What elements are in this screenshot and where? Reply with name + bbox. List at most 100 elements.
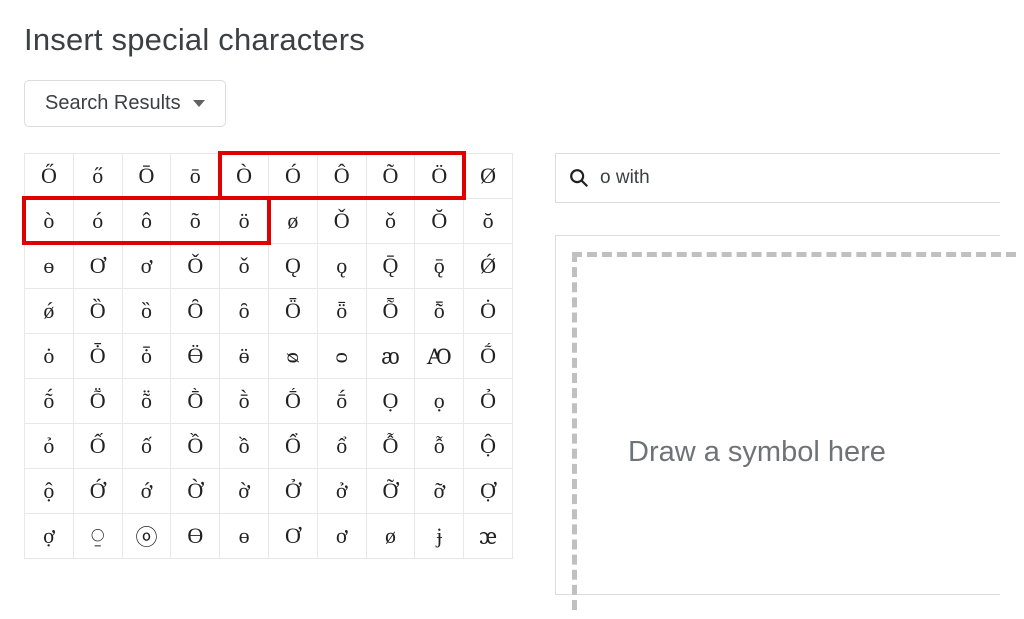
char-cell[interactable]: Ờ <box>171 469 220 514</box>
char-cell[interactable]: Ò <box>220 154 269 199</box>
char-cell[interactable]: ö <box>220 199 269 244</box>
char-cell[interactable]: Ṑ <box>171 379 220 424</box>
char-cell[interactable]: ȏ <box>220 289 269 334</box>
char-cell[interactable]: ớ <box>123 469 172 514</box>
char-cell[interactable]: ⍜ <box>74 514 123 559</box>
char-cell[interactable]: ᴓ <box>269 334 318 379</box>
category-dropdown[interactable]: Search Results <box>24 80 226 127</box>
char-cell[interactable]: Ṏ <box>74 379 123 424</box>
char-cell[interactable]: Ö <box>415 154 464 199</box>
chevron-down-icon <box>193 100 205 107</box>
char-cell[interactable]: ṍ <box>25 379 74 424</box>
char-cell[interactable]: ỏ <box>25 424 74 469</box>
char-cell[interactable]: Ổ <box>269 424 318 469</box>
char-cell[interactable]: ó <box>74 199 123 244</box>
char-cell[interactable]: Ó <box>269 154 318 199</box>
char-cell[interactable]: ổ <box>318 424 367 469</box>
char-cell[interactable]: ṑ <box>220 379 269 424</box>
char-cell[interactable]: ǫ <box>318 244 367 289</box>
char-cell[interactable]: Ŏ <box>415 199 464 244</box>
char-cell[interactable]: ố <box>123 424 172 469</box>
char-cell[interactable]: Ɵ <box>171 514 220 559</box>
category-dropdown-label: Search Results <box>45 92 181 115</box>
char-cell[interactable]: ǒ <box>367 199 416 244</box>
char-cell[interactable]: ở <box>318 469 367 514</box>
char-cell[interactable]: Ȍ <box>74 289 123 334</box>
char-cell[interactable]: ỡ <box>415 469 464 514</box>
char-cell[interactable]: ǭ <box>415 244 464 289</box>
char-cell[interactable]: ò <box>25 199 74 244</box>
char-cell[interactable]: ő <box>74 154 123 199</box>
char-cell[interactable]: Ớ <box>74 469 123 514</box>
char-cell[interactable]: Ǒ <box>318 199 367 244</box>
char-cell[interactable]: Ṍ <box>464 334 513 379</box>
char-cell[interactable]: Ở <box>269 469 318 514</box>
char-cell[interactable]: ỗ <box>415 424 464 469</box>
char-cell[interactable]: ơ <box>123 244 172 289</box>
char-cell[interactable]: ꜵ <box>367 334 416 379</box>
char-cell[interactable]: Ȫ <box>269 289 318 334</box>
char-cell[interactable]: ō <box>171 154 220 199</box>
char-cell[interactable]: ⓞ <box>123 514 172 559</box>
char-cell[interactable]: ợ <box>25 514 74 559</box>
char-cell[interactable]: ŏ <box>464 199 513 244</box>
char-cell[interactable]: Ố <box>74 424 123 469</box>
char-cell[interactable]: ờ <box>220 469 269 514</box>
character-grid: ŐőŌōÒÓÔÕÖØòóôõöøǑǒŎŏɵƠơǑǒǪǫǬǭǾǿȌȍȎȏȪȫȬȭȮ… <box>24 153 513 559</box>
char-cell[interactable]: ɵ <box>25 244 74 289</box>
char-cell[interactable]: ȍ <box>123 289 172 334</box>
char-cell[interactable]: ṏ <box>123 379 172 424</box>
char-cell[interactable]: ǒ <box>220 244 269 289</box>
char-cell[interactable]: Ộ <box>464 424 513 469</box>
search-icon <box>568 167 590 189</box>
char-cell[interactable]: Ỡ <box>367 469 416 514</box>
draw-panel[interactable]: Draw a symbol here <box>555 235 1000 595</box>
char-cell[interactable]: Ơ <box>269 514 318 559</box>
char-cell[interactable]: Ỗ <box>367 424 416 469</box>
char-cell[interactable]: ø <box>269 199 318 244</box>
char-cell[interactable]: ɉ <box>415 514 464 559</box>
char-cell[interactable]: Ō <box>123 154 172 199</box>
char-cell[interactable]: Ȏ <box>171 289 220 334</box>
char-cell[interactable]: ơ <box>318 514 367 559</box>
char-cell[interactable]: Ọ <box>367 379 416 424</box>
char-cell[interactable]: Ỏ <box>464 379 513 424</box>
char-cell[interactable]: Ơ <box>74 244 123 289</box>
char-cell[interactable]: Ǿ <box>464 244 513 289</box>
char-cell[interactable]: Ꜵ <box>415 334 464 379</box>
char-cell[interactable]: ộ <box>25 469 74 514</box>
char-cell[interactable]: ṓ <box>318 379 367 424</box>
char-cell[interactable]: ȭ <box>415 289 464 334</box>
search-field[interactable] <box>555 153 1000 203</box>
char-cell[interactable]: ꭢ <box>464 514 513 559</box>
char-cell[interactable]: ồ <box>220 424 269 469</box>
char-cell[interactable]: ȱ <box>123 334 172 379</box>
char-cell[interactable]: Ȭ <box>367 289 416 334</box>
char-cell[interactable]: Ǒ <box>171 244 220 289</box>
char-cell[interactable]: õ <box>171 199 220 244</box>
char-cell[interactable]: ọ <box>415 379 464 424</box>
char-cell[interactable]: ȯ <box>25 334 74 379</box>
search-input[interactable] <box>598 166 988 190</box>
char-cell[interactable]: ӫ <box>220 334 269 379</box>
char-cell[interactable]: Ǭ <box>367 244 416 289</box>
char-cell[interactable]: Ồ <box>171 424 220 469</box>
character-grid-container: ŐőŌōÒÓÔÕÖØòóôõöøǑǒŎŏɵƠơǑǒǪǫǬǭǾǿȌȍȎȏȪȫȬȭȮ… <box>24 153 513 559</box>
dialog-title: Insert special characters <box>24 22 1000 58</box>
char-cell[interactable]: Ô <box>318 154 367 199</box>
char-cell[interactable]: ô <box>123 199 172 244</box>
char-cell[interactable]: Ӫ <box>171 334 220 379</box>
char-cell[interactable]: Ő <box>25 154 74 199</box>
char-cell[interactable]: Ṓ <box>269 379 318 424</box>
char-cell[interactable]: ø <box>367 514 416 559</box>
char-cell[interactable]: Õ <box>367 154 416 199</box>
char-cell[interactable]: Ȯ <box>464 289 513 334</box>
char-cell[interactable]: Ȱ <box>74 334 123 379</box>
char-cell[interactable]: Ǫ <box>269 244 318 289</box>
char-cell[interactable]: ᴑ <box>318 334 367 379</box>
char-cell[interactable]: ȫ <box>318 289 367 334</box>
char-cell[interactable]: Ợ <box>464 469 513 514</box>
char-cell[interactable]: ǿ <box>25 289 74 334</box>
char-cell[interactable]: ɵ <box>220 514 269 559</box>
char-cell[interactable]: Ø <box>464 154 513 199</box>
